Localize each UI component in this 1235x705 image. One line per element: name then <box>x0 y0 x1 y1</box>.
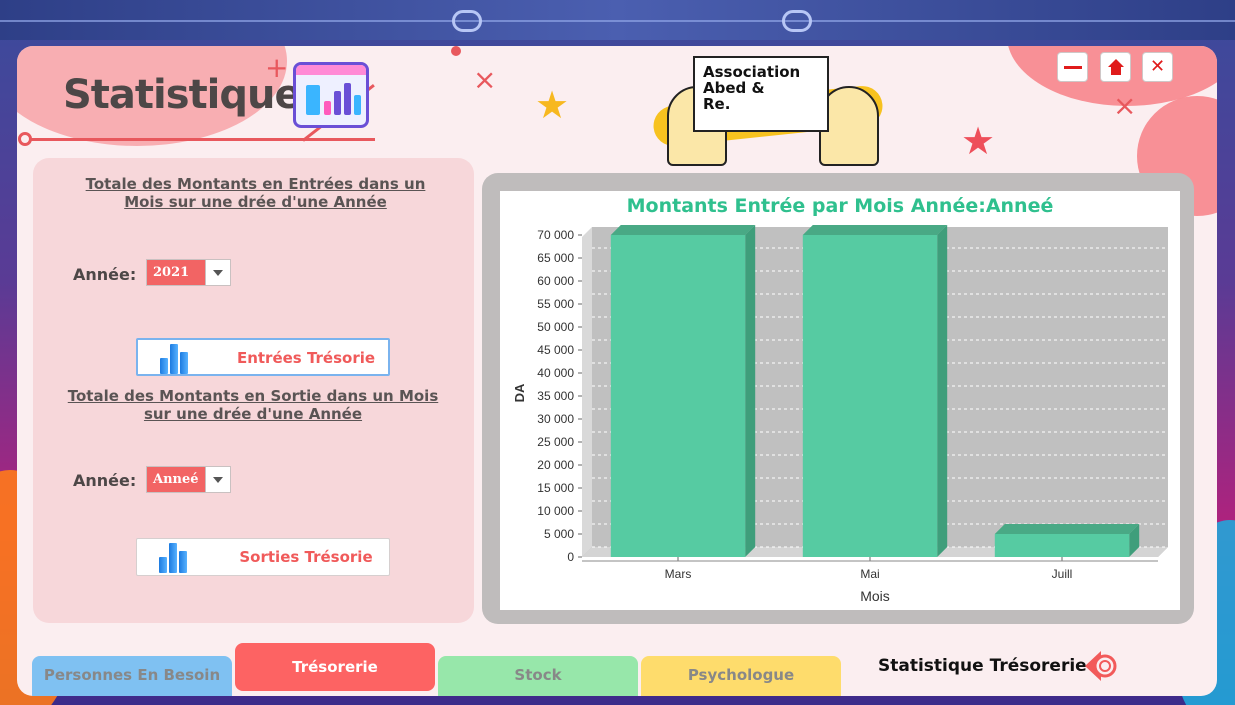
logo-text-line: Re. <box>703 95 731 113</box>
home-icon <box>1107 59 1124 75</box>
close-button[interactable]: ✕ <box>1142 52 1173 82</box>
chart-frame: Montants Entrée par Mois Année:Anneé 0 5 0… <box>482 173 1194 624</box>
sorties-title-line: sur une drée d'une Année <box>143 405 363 423</box>
sorties-tresorie-label: Sorties Trésorie <box>239 548 373 566</box>
bar-top <box>802 225 948 235</box>
x-tick-label: Mai <box>860 567 879 581</box>
bar-mai <box>802 235 938 557</box>
y-tick-label: 40 000 <box>537 366 574 380</box>
y-tick-label: 0 <box>567 550 574 564</box>
page-title: Statistique <box>63 72 302 118</box>
back-arrow-icon[interactable] <box>1083 649 1119 683</box>
section-title: Statistique Trésorerie <box>878 656 1087 676</box>
y-tick-label: 55 000 <box>537 297 574 311</box>
decor-cross-icon: × <box>473 63 497 96</box>
entrees-year-value: 2021 <box>147 260 205 285</box>
main-window: + × × ★ ★ Statistique Association Abed &… <box>17 46 1217 696</box>
entrees-year-select[interactable]: 2021 <box>146 259 231 286</box>
bar-chart: Montants Entrée par Mois Année:Anneé 0 5 0… <box>512 195 1168 604</box>
association-logo: Association Abed & Re. <box>651 56 885 166</box>
tab-personnes-en-besoin[interactable]: Personnes En Besoin <box>32 656 232 696</box>
home-button[interactable] <box>1100 52 1131 82</box>
y-tick-label: 35 000 <box>537 389 574 403</box>
x-axis-label: Mois <box>860 588 890 604</box>
chevron-down-icon[interactable] <box>205 260 230 285</box>
minimize-button[interactable] <box>1057 52 1088 82</box>
y-tick-label: 70 000 <box>537 228 574 242</box>
bar-juill <box>994 534 1130 557</box>
tab-psychologue[interactable]: Psychologue <box>641 656 841 696</box>
logo-text-line: Abed & <box>703 79 765 97</box>
y-tick-label: 5 000 <box>544 527 574 541</box>
logo-text-line: Association <box>703 63 801 81</box>
bar-side <box>937 225 948 557</box>
tab-tr-sorerie[interactable]: Trésorerie <box>235 643 435 691</box>
y-tick-label: 30 000 <box>537 412 574 426</box>
x-tick-label: Mars <box>665 567 692 581</box>
y-axis-label: DA <box>512 383 527 402</box>
sorties-year-label: Année: <box>73 471 137 490</box>
y-tick-label: 25 000 <box>537 435 574 449</box>
decor-cross-icon: × <box>1113 89 1137 122</box>
bar-chart-icon <box>160 344 194 374</box>
y-tick-label: 65 000 <box>537 251 574 265</box>
y-tick-label: 15 000 <box>537 481 574 495</box>
entrees-section-title: Totale des Montants en Entrées dans un M… <box>63 175 448 211</box>
bar-chart-icon <box>159 543 193 573</box>
sorties-title-line: Totale des Montants en Sortie dans un Mo… <box>67 387 439 405</box>
filter-panel: Totale des Montants en Entrées dans un M… <box>33 158 474 623</box>
chart-container: Montants Entrée par Mois Année:Anneé 0 5 0… <box>500 191 1180 610</box>
sorties-year-select[interactable]: Anneé <box>146 466 231 493</box>
decor-dot <box>18 132 32 146</box>
decor-line <box>25 138 375 141</box>
bar-top <box>610 225 756 235</box>
y-tick-label: 50 000 <box>537 320 574 334</box>
y-tick-label: 45 000 <box>537 343 574 357</box>
y-tick-label: 10 000 <box>537 504 574 518</box>
bar-top <box>994 524 1140 534</box>
sorties-section-title: Totale des Montants en Sortie dans un Mo… <box>53 387 453 423</box>
entrees-title-line: Mois sur une drée d'une Année <box>124 193 387 211</box>
tab-stock[interactable]: Stock <box>438 656 638 696</box>
star-icon: ★ <box>961 119 996 163</box>
bar-side <box>745 225 756 557</box>
close-icon: ✕ <box>1149 56 1166 77</box>
entrees-tresorie-button[interactable]: Entrées Trésorie <box>136 338 390 376</box>
sorties-tresorie-button[interactable]: Sorties Trésorie <box>136 538 390 576</box>
star-icon: ★ <box>535 83 570 127</box>
entrees-year-label: Année: <box>73 265 137 284</box>
bar-mars <box>610 235 746 557</box>
chart-title: Montants Entrée par Mois Année:Anneé <box>627 195 1054 217</box>
x-tick-label: Juill <box>1052 567 1073 581</box>
y-tick-label: 20 000 <box>537 458 574 472</box>
minimize-icon <box>1063 65 1082 69</box>
entrees-tresorie-label: Entrées Trésorie <box>236 349 376 367</box>
chevron-down-icon[interactable] <box>205 467 230 492</box>
statistics-icon <box>293 62 369 128</box>
y-tick-label: 60 000 <box>537 274 574 288</box>
decor-dot <box>451 46 461 56</box>
entrees-title-line: Totale des Montants en Entrées dans un <box>85 175 426 193</box>
sorties-year-value: Anneé <box>147 467 205 492</box>
top-decor-strip <box>0 0 1235 40</box>
plot-wall <box>582 227 592 557</box>
